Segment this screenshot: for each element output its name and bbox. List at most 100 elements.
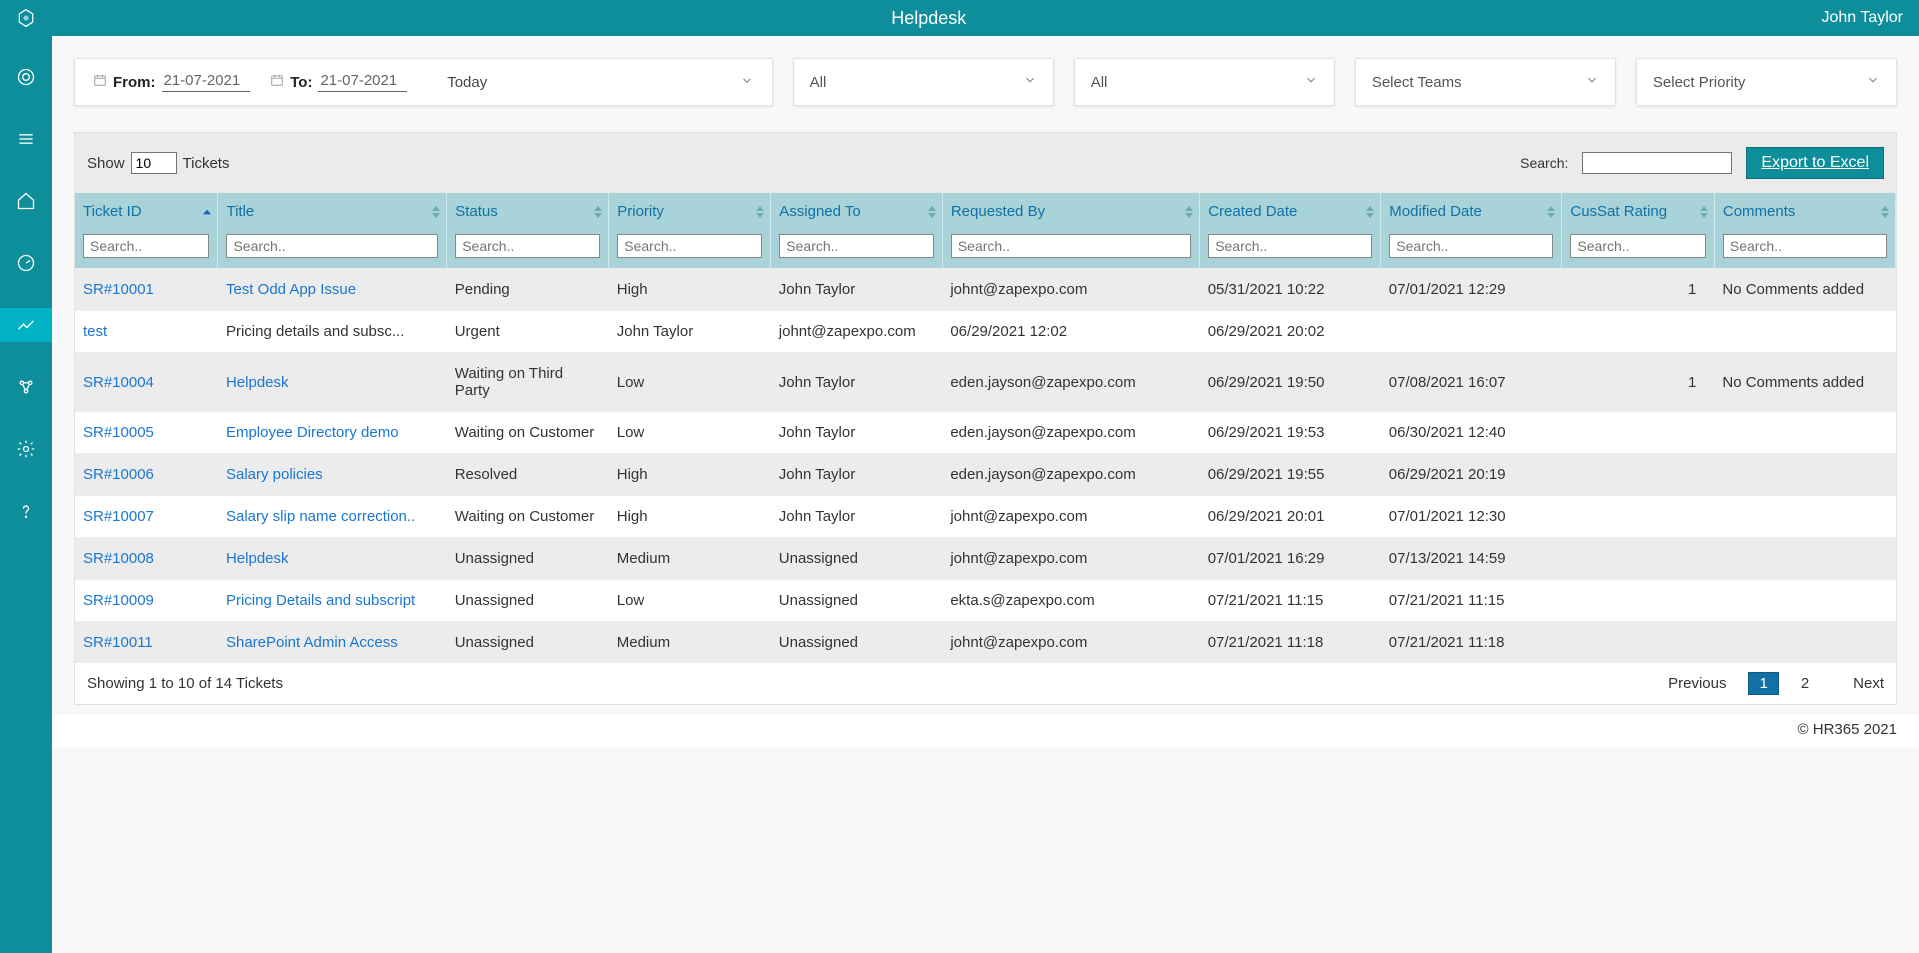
cell-title[interactable]: Salary slip name correction.. <box>218 496 447 538</box>
sidebar-item-reports[interactable] <box>0 308 52 342</box>
column-search-title[interactable] <box>226 234 438 258</box>
main-content: From: 21-07-2021 To: 21-07-2021 Today Al… <box>52 36 1919 953</box>
cell-ticket_id[interactable]: SR#10007 <box>75 496 218 538</box>
cell-title[interactable]: SharePoint Admin Access <box>218 622 447 664</box>
cell-ticket_id[interactable]: SR#10009 <box>75 580 218 622</box>
cell-assigned_to: John Taylor <box>771 454 943 496</box>
cell-comments <box>1714 454 1895 496</box>
column-header-created_date[interactable]: Created Date <box>1200 193 1381 230</box>
pager-previous[interactable]: Previous <box>1668 675 1726 692</box>
column-header-status[interactable]: Status <box>447 193 609 230</box>
copyright: © HR365 2021 <box>52 715 1919 748</box>
cell-title[interactable]: Pricing Details and subscript <box>218 580 447 622</box>
cell-priority: Low <box>609 353 771 412</box>
cell-ticket_id[interactable]: SR#10005 <box>75 412 218 454</box>
export-excel-button[interactable]: Export to Excel <box>1746 147 1884 179</box>
column-search-status[interactable] <box>455 234 600 258</box>
sidebar-item-logo[interactable] <box>0 60 52 94</box>
column-header-priority[interactable]: Priority <box>609 193 771 230</box>
column-search-cussat[interactable] <box>1570 234 1705 258</box>
current-user[interactable]: John Taylor <box>1821 9 1903 27</box>
page-title: Helpdesk <box>36 8 1821 29</box>
column-header-cussat[interactable]: CusSat Rating <box>1562 193 1714 230</box>
table-row: SR#10007Salary slip name correction..Wai… <box>75 496 1896 538</box>
cell-cussat: 1 <box>1562 353 1714 412</box>
date-preset-select[interactable]: Today <box>427 74 753 91</box>
page-size-input[interactable] <box>131 152 177 174</box>
column-header-modified_date[interactable]: Modified Date <box>1381 193 1562 230</box>
cell-cussat <box>1562 311 1714 353</box>
column-search-priority[interactable] <box>617 234 762 258</box>
sidebar-item-help[interactable] <box>0 494 52 528</box>
chevron-down-icon <box>1304 73 1318 91</box>
table-row: SR#10011SharePoint Admin AccessUnassigne… <box>75 622 1896 664</box>
cell-status: Resolved <box>447 454 609 496</box>
cell-modified_date: 07/08/2021 16:07 <box>1381 353 1562 412</box>
sidebar-item-home[interactable] <box>0 184 52 218</box>
column-search-created_date[interactable] <box>1208 234 1372 258</box>
cell-cussat <box>1562 538 1714 580</box>
cell-comments <box>1714 538 1895 580</box>
column-search-assigned_to[interactable] <box>779 234 934 258</box>
filter-select-teams[interactable]: Select Teams <box>1355 58 1616 106</box>
cell-created_date: 06/29/2021 19:55 <box>1200 454 1381 496</box>
cell-cussat <box>1562 412 1714 454</box>
pager-page-1[interactable]: 1 <box>1748 672 1778 695</box>
pager-next[interactable]: Next <box>1853 675 1884 692</box>
column-search-requested_by[interactable] <box>951 234 1191 258</box>
cell-title[interactable]: Helpdesk <box>218 538 447 580</box>
cell-title[interactable]: Employee Directory demo <box>218 412 447 454</box>
cell-created_date: 06/29/2021 19:50 <box>1200 353 1381 412</box>
table-row: SR#10001Test Odd App IssuePendingHighJoh… <box>75 269 1896 311</box>
sidebar-item-settings[interactable] <box>0 432 52 466</box>
column-header-title[interactable]: Title <box>218 193 447 230</box>
cell-ticket_id[interactable]: SR#10008 <box>75 538 218 580</box>
cell-ticket_id[interactable]: SR#10004 <box>75 353 218 412</box>
cell-created_date: 06/29/2021 20:01 <box>1200 496 1381 538</box>
column-search-modified_date[interactable] <box>1389 234 1553 258</box>
cell-comments: No Comments added <box>1714 353 1895 412</box>
cell-assigned_to: John Taylor <box>771 353 943 412</box>
date-range-card: From: 21-07-2021 To: 21-07-2021 Today <box>74 58 773 106</box>
cell-title[interactable]: Test Odd App Issue <box>218 269 447 311</box>
showing-info: Showing 1 to 10 of 14 Tickets <box>87 675 283 692</box>
global-search-input[interactable] <box>1582 152 1732 174</box>
cell-status: Unassigned <box>447 538 609 580</box>
filter-select-priority[interactable]: Select Priority <box>1636 58 1897 106</box>
filter-select-2[interactable]: All <box>1074 58 1335 106</box>
cell-ticket_id[interactable]: SR#10006 <box>75 454 218 496</box>
cell-title[interactable]: Salary policies <box>218 454 447 496</box>
column-search-comments[interactable] <box>1723 234 1887 258</box>
sidebar-item-menu[interactable] <box>0 122 52 156</box>
sidebar-item-config[interactable] <box>0 370 52 404</box>
panel-footer: Showing 1 to 10 of 14 Tickets Previous 1… <box>75 663 1896 704</box>
cell-priority: Medium <box>609 622 771 664</box>
cell-priority: High <box>609 454 771 496</box>
column-header-ticket_id[interactable]: Ticket ID <box>75 193 218 230</box>
to-date-field[interactable]: To: 21-07-2021 <box>270 72 407 92</box>
cell-assigned_to: Unassigned <box>771 580 943 622</box>
cell-created_date: 07/01/2021 16:29 <box>1200 538 1381 580</box>
pager-page-2[interactable]: 2 <box>1801 675 1809 692</box>
cell-assigned_to: johnt@zapexpo.com <box>771 311 943 353</box>
column-header-assigned_to[interactable]: Assigned To <box>771 193 943 230</box>
cell-modified_date: 06/29/2021 20:19 <box>1381 454 1562 496</box>
cell-assigned_to: John Taylor <box>771 496 943 538</box>
filter-select-1[interactable]: All <box>793 58 1054 106</box>
sidebar-item-dashboard[interactable] <box>0 246 52 280</box>
cell-title[interactable]: Helpdesk <box>218 353 447 412</box>
column-header-comments[interactable]: Comments <box>1714 193 1895 230</box>
chevron-down-icon <box>740 74 754 91</box>
show-label: Show <box>87 155 125 172</box>
column-header-requested_by[interactable]: Requested By <box>942 193 1199 230</box>
cell-title: Pricing details and subsc... <box>218 311 447 353</box>
cell-ticket_id[interactable]: test <box>75 311 218 353</box>
cell-assigned_to: John Taylor <box>771 269 943 311</box>
cell-ticket_id[interactable]: SR#10011 <box>75 622 218 664</box>
cell-created_date: 06/29/2021 19:53 <box>1200 412 1381 454</box>
column-search-ticket_id[interactable] <box>83 234 209 258</box>
cell-ticket_id[interactable]: SR#10001 <box>75 269 218 311</box>
from-date-field[interactable]: From: 21-07-2021 <box>93 72 250 92</box>
cell-requested_by: 06/29/2021 12:02 <box>942 311 1199 353</box>
tickets-label: Tickets <box>183 155 230 172</box>
